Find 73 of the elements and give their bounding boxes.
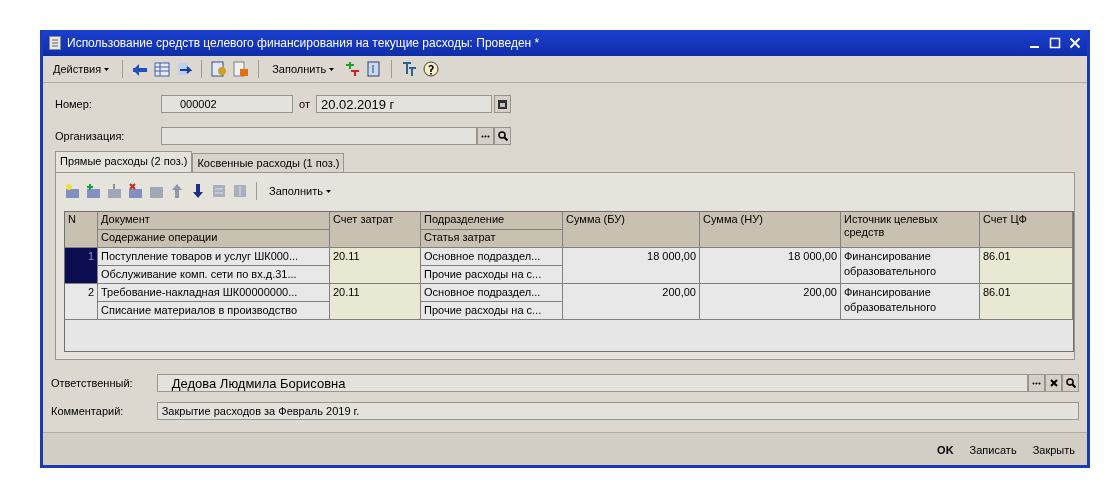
text-format-icon[interactable] <box>401 61 418 77</box>
table-cell: Финансирование образовательного <box>841 248 980 284</box>
table-cell: 200,00 <box>563 284 700 320</box>
table-cell: Основное подраздел... <box>421 248 563 266</box>
column-header: N <box>65 212 98 248</box>
dialog-button[interactable]: OK <box>933 441 958 459</box>
delete-row-icon[interactable] <box>127 183 143 199</box>
column-header: Сумма (БУ) <box>563 212 700 248</box>
field-label: Комментарий: <box>51 405 125 417</box>
organization-field[interactable] <box>161 127 477 145</box>
table-cell: Поступление товаров и услуг ШК000... <box>98 248 330 266</box>
field-label: от <box>299 98 310 110</box>
search-icon <box>497 131 508 141</box>
search-button[interactable] <box>494 127 511 145</box>
field-label: Ответственный: <box>51 377 134 389</box>
actions-menu[interactable]: Действия <box>49 61 114 77</box>
date-field[interactable]: 20.02.2019 г <box>315 95 492 113</box>
caret-icon <box>326 189 331 193</box>
table-cell: 86.01 <box>980 284 1073 320</box>
fill-menu[interactable]: Заполнить <box>265 183 335 199</box>
tab[interactable]: Косвенные расходы (1 поз.) <box>192 153 345 172</box>
search-button[interactable] <box>1062 374 1079 392</box>
document-icon <box>49 36 61 50</box>
column-header: Статья затрат <box>421 230 563 248</box>
row-number: 2 <box>65 284 98 320</box>
ellipsis-icon <box>1032 381 1042 385</box>
clear-button[interactable] <box>1045 374 1063 392</box>
column-header: Документ <box>98 212 330 230</box>
table-cell: Финансирование образовательного <box>841 284 980 320</box>
column-header: Сумма (НУ) <box>700 212 841 248</box>
ellipsis-icon <box>481 134 490 138</box>
copy-row-icon[interactable] <box>85 183 101 199</box>
help-icon[interactable] <box>423 61 440 77</box>
maximize-icon[interactable] <box>1049 37 1061 49</box>
row-number: 1 <box>65 248 98 284</box>
calendar-button[interactable] <box>493 95 511 113</box>
column-header: Счет затрат <box>330 212 421 248</box>
column-header: Подразделение <box>421 212 563 230</box>
dialog-button[interactable]: Записать <box>965 441 1021 459</box>
column-header: Содержание операции <box>98 230 330 248</box>
field-label: Организация: <box>55 130 126 142</box>
table-cell: Прочие расходы на с... <box>421 266 563 284</box>
fill-menu[interactable]: Заполнить <box>268 61 339 77</box>
table-cell: Прочие расходы на с... <box>421 302 563 320</box>
table-cell: 18 000,00 <box>700 248 841 284</box>
table-cell: 86.01 <box>980 248 1073 284</box>
table-icon[interactable] <box>154 61 171 77</box>
comment-field[interactable]: Закрытие расходов за Февраль 2019 г. <box>156 402 1079 420</box>
calendar-icon <box>497 99 507 109</box>
table-cell: Требование-накладная ШК00000000... <box>98 284 330 302</box>
clear-icon <box>1049 379 1058 387</box>
table-cell: 18 000,00 <box>563 248 700 284</box>
add-row-icon[interactable] <box>64 183 80 199</box>
responsible-field[interactable]: Дедова Людмила Борисовна <box>156 374 1029 392</box>
table-cell: 20.11 <box>330 284 421 320</box>
dialog-button[interactable]: Закрыть <box>1028 441 1079 459</box>
search-icon <box>1065 378 1076 388</box>
column-header: Источник целевых средств <box>841 212 980 248</box>
table-cell: Обслуживание комп. сети по вх.д.31... <box>98 266 330 284</box>
field-label: Номер: <box>55 98 93 110</box>
arrow-down-icon[interactable] <box>190 183 206 199</box>
arrow-up-icon[interactable] <box>169 183 185 199</box>
window-title: Использование средств целевого финансирования на текущие расходы: Проведен * <box>67 36 541 50</box>
column-header: Счет ЦФ <box>980 212 1073 248</box>
close-icon[interactable] <box>1069 37 1081 49</box>
table-cell: 20.11 <box>330 248 421 284</box>
table-cell: Основное подраздел... <box>421 284 563 302</box>
number-field[interactable]: 000002 <box>161 95 293 113</box>
caret-icon <box>329 67 335 71</box>
caret-icon <box>104 67 110 71</box>
table-cell: Списание материалов в производство <box>98 302 330 320</box>
tab[interactable]: Прямые расходы (2 поз.) <box>55 151 193 172</box>
table-cell: 200,00 <box>700 284 841 320</box>
